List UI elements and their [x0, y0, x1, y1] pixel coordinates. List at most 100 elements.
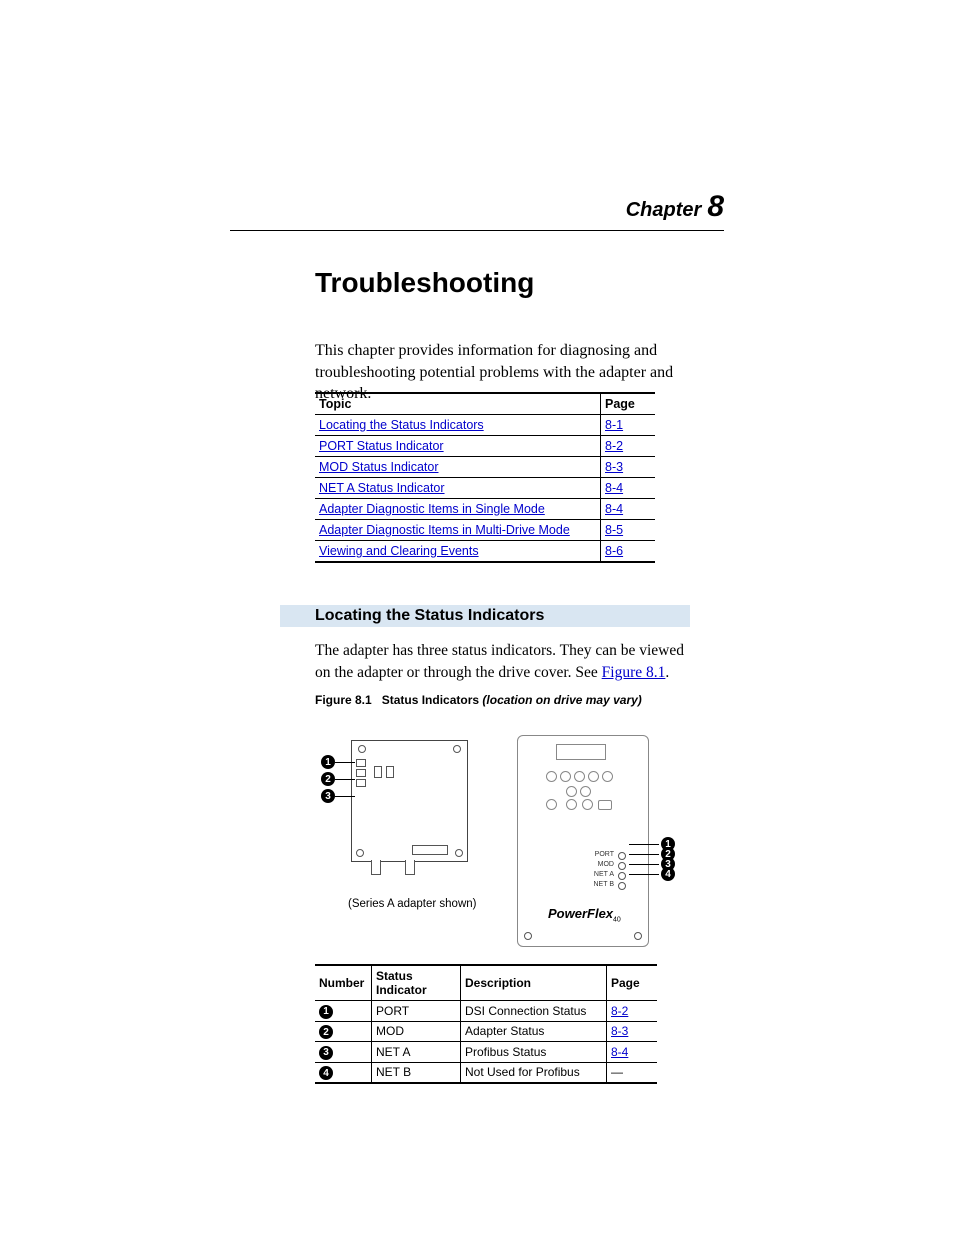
status-row: 1 PORT DSI Connection Status 8-2 [315, 1001, 657, 1022]
status-desc-cell: DSI Connection Status [461, 1001, 607, 1022]
page-link[interactable]: 8-4 [605, 481, 623, 495]
led-icon [356, 769, 366, 777]
screw-icon [524, 932, 532, 940]
leader-line [629, 864, 659, 865]
screw-icon [634, 932, 642, 940]
status-row: 3 NET A Profibus Status 8-4 [315, 1042, 657, 1063]
powerflex-logo: PowerFlex40 [548, 906, 621, 924]
topics-row: Locating the Status Indicators 8-1 [315, 415, 655, 436]
status-header-indicator: Status Indicator [372, 965, 461, 1001]
header-rule [230, 230, 724, 231]
button-icon [546, 771, 557, 782]
topic-link[interactable]: PORT Status Indicator [319, 439, 444, 453]
page-link[interactable]: 8-5 [605, 523, 623, 537]
figure-label: Figure 8.1 [315, 693, 372, 707]
status-desc-cell: Adapter Status [461, 1021, 607, 1042]
led-icon [618, 882, 626, 890]
adapter-illustration [351, 740, 468, 862]
status-page-cell: — [607, 1062, 658, 1083]
led-label-netb: NET B [584, 881, 614, 888]
drive-illustration: PORT MOD NET A NET B PowerFlex40 [517, 735, 649, 947]
tab-icon [371, 860, 381, 875]
topics-header-page: Page [601, 393, 656, 415]
leader-line [335, 779, 355, 780]
leader-line [629, 874, 659, 875]
page-link[interactable]: 8-4 [605, 502, 623, 516]
topics-row: Viewing and Clearing Events 8-6 [315, 541, 655, 563]
page-link[interactable]: 8-2 [605, 439, 623, 453]
status-indicator-cell: NET B [372, 1062, 461, 1083]
page-link[interactable]: 8-3 [605, 460, 623, 474]
screw-icon [455, 849, 463, 857]
button-icon [582, 799, 593, 810]
topics-row: Adapter Diagnostic Items in Single Mode 8… [315, 499, 655, 520]
topic-link[interactable]: MOD Status Indicator [319, 460, 439, 474]
led-label-neta: NET A [584, 871, 614, 878]
leader-line [629, 854, 659, 855]
topic-link[interactable]: Adapter Diagnostic Items in Multi-Drive … [319, 523, 570, 537]
screw-icon [358, 745, 366, 753]
status-row: 2 MOD Adapter Status 8-3 [315, 1021, 657, 1042]
callout-1-icon: 1 [321, 755, 335, 769]
topics-row: PORT Status Indicator 8-2 [315, 436, 655, 457]
callout-2-icon: 2 [321, 772, 335, 786]
page-link[interactable]: 8-2 [611, 1004, 628, 1018]
section-text-post: . [665, 664, 669, 681]
led-label-port: PORT [584, 851, 614, 858]
status-header-number: Number [315, 965, 372, 1001]
callout-4-icon: 4 [319, 1066, 333, 1080]
topic-link[interactable]: NET A Status Indicator [319, 481, 445, 495]
button-icon [580, 786, 591, 797]
leader-line [629, 844, 659, 845]
topic-link[interactable]: Locating the Status Indicators [319, 418, 484, 432]
button-icon [588, 771, 599, 782]
callout-1-icon: 1 [319, 1005, 333, 1019]
topics-row: NET A Status Indicator 8-4 [315, 478, 655, 499]
figure-area: 1 2 3 (Series A adapter shown) PORT MOD [315, 725, 685, 955]
status-indicator-cell: PORT [372, 1001, 461, 1022]
document-page: Chapter8 Troubleshooting This chapter pr… [0, 0, 954, 1235]
dip-switch-icon [374, 766, 382, 778]
button-icon [602, 771, 613, 782]
figure-ref-link[interactable]: Figure 8.1 [602, 664, 666, 681]
button-icon [566, 799, 577, 810]
figure-title: Status Indicators [382, 693, 479, 707]
callout-3-icon: 3 [321, 789, 335, 803]
figure-note: (location on drive may vary) [482, 693, 641, 707]
dip-switch-icon [386, 766, 394, 778]
topic-link[interactable]: Viewing and Clearing Events [319, 544, 479, 558]
button-icon [560, 771, 571, 782]
status-row: 4 NET B Not Used for Profibus — [315, 1062, 657, 1083]
chapter-number: 8 [707, 190, 724, 223]
topics-table: Topic Page Locating the Status Indicator… [315, 392, 655, 563]
screw-icon [453, 745, 461, 753]
led-icon [618, 852, 626, 860]
status-header-description: Description [461, 965, 607, 1001]
callout-2-icon: 2 [319, 1025, 333, 1039]
status-indicator-table: Number Status Indicator Description Page… [315, 964, 657, 1084]
adapter-note: (Series A adapter shown) [348, 898, 477, 910]
section-text: The adapter has three status indicators.… [315, 640, 694, 683]
status-desc-cell: Profibus Status [461, 1042, 607, 1063]
topics-row: Adapter Diagnostic Items in Multi-Drive … [315, 520, 655, 541]
topic-link[interactable]: Adapter Diagnostic Items in Single Mode [319, 502, 545, 516]
tab-icon [405, 860, 415, 875]
page-link[interactable]: 8-4 [611, 1045, 628, 1059]
chapter-word: Chapter [626, 199, 702, 221]
page-link[interactable]: 8-1 [605, 418, 623, 432]
connector-icon [412, 845, 448, 855]
page-link[interactable]: 8-3 [611, 1024, 628, 1038]
status-indicator-cell: NET A [372, 1042, 461, 1063]
callout-3-icon: 3 [319, 1046, 333, 1060]
screw-icon [356, 849, 364, 857]
led-icon [618, 872, 626, 880]
led-icon [356, 779, 366, 787]
page-link[interactable]: 8-6 [605, 544, 623, 558]
button-icon [566, 786, 577, 797]
button-icon [598, 800, 612, 810]
leader-line [335, 762, 355, 763]
leader-line [335, 796, 355, 797]
led-icon [356, 759, 366, 767]
chapter-label: Chapter8 [626, 190, 724, 224]
page-title: Troubleshooting [315, 267, 534, 299]
